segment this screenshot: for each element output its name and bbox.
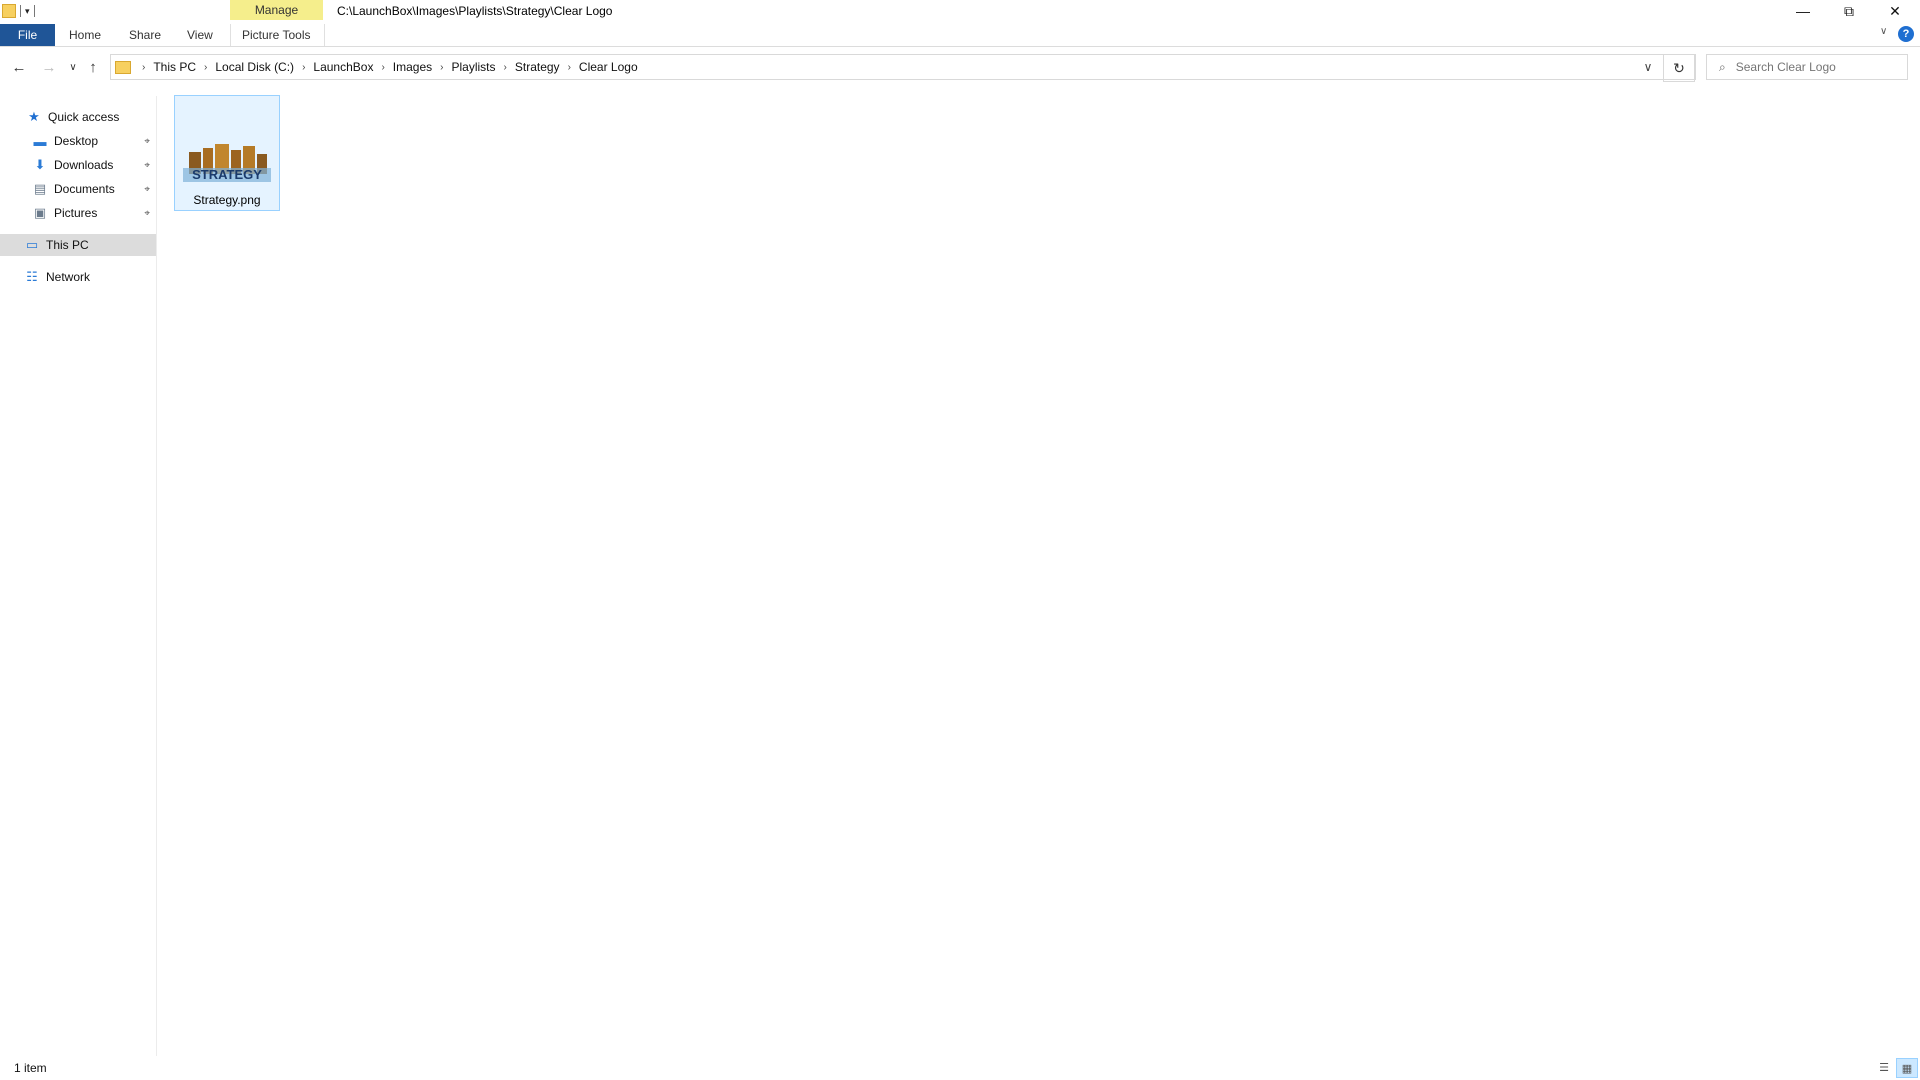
sidebar-item-label: Desktop <box>54 134 99 148</box>
breadcrumb-separator[interactable]: › <box>297 62 310 73</box>
tab-file[interactable]: File <box>0 24 55 46</box>
breadcrumb-launchbox[interactable]: LaunchBox <box>310 60 376 74</box>
close-button[interactable]: ✕ <box>1872 0 1918 22</box>
divider <box>33 5 35 17</box>
sidebar-item-this-pc[interactable]: ▭ This PC <box>0 234 156 256</box>
sidebar-item-label: Quick access <box>48 110 120 124</box>
tab-home[interactable]: Home <box>58 24 112 46</box>
tab-picture-tools[interactable]: Picture Tools <box>230 24 325 46</box>
sidebar-item-label: Network <box>46 270 91 284</box>
pin-icon[interactable]: ⌖ <box>144 208 150 219</box>
breadcrumb-local-disk[interactable]: Local Disk (C:) <box>212 60 297 74</box>
network-icon: ☷ <box>26 269 38 284</box>
pin-icon[interactable]: ⌖ <box>144 160 150 171</box>
address-bar[interactable]: › This PC › Local Disk (C:) › LaunchBox … <box>110 54 1696 80</box>
breadcrumb-separator[interactable]: › <box>563 62 576 73</box>
folder-icon <box>2 4 16 18</box>
customize-toolbar-icon[interactable]: ▾ <box>25 6 30 17</box>
documents-icon: ▤ <box>33 181 47 196</box>
breadcrumb-separator[interactable]: › <box>376 62 389 73</box>
breadcrumb-this-pc[interactable]: This PC <box>150 60 199 74</box>
maximize-button[interactable]: ⧉ <box>1826 0 1872 22</box>
expand-ribbon-icon[interactable]: ∨ <box>1880 26 1887 37</box>
breadcrumb-playlists[interactable]: Playlists <box>449 60 499 74</box>
search-input[interactable] <box>1733 59 1888 75</box>
breadcrumb-separator[interactable]: › <box>199 62 212 73</box>
breadcrumb-separator[interactable]: › <box>499 62 512 73</box>
sidebar-item-label: This PC <box>46 238 89 252</box>
breadcrumb-separator[interactable]: › <box>435 62 448 73</box>
sidebar-item-desktop[interactable]: ▬ Desktop ⌖ <box>0 130 156 152</box>
sidebar-item-label: Downloads <box>54 158 114 172</box>
up-button[interactable]: ↑ <box>82 56 104 78</box>
help-icon[interactable]: ? <box>1898 26 1914 42</box>
sidebar-item-downloads[interactable]: ⬇ Downloads ⌖ <box>0 154 156 176</box>
file-item[interactable]: STRATEGY Strategy.png <box>174 95 280 211</box>
pin-icon[interactable]: ⌖ <box>144 136 150 147</box>
search-icon: ⌕ <box>1719 59 1726 74</box>
breadcrumb-clear-logo[interactable]: Clear Logo <box>576 60 641 74</box>
large-icons-view-button[interactable]: ▦ <box>1896 1058 1918 1078</box>
tab-share[interactable]: Share <box>118 24 172 46</box>
thumbnail-logo-text: STRATEGY <box>192 167 262 182</box>
breadcrumb-separator[interactable]: › <box>137 62 150 73</box>
desktop-icon: ▬ <box>33 133 47 149</box>
star-icon: ★ <box>28 109 40 124</box>
forward-button[interactable]: → <box>38 56 60 78</box>
address-dropdown-icon[interactable]: ∨ <box>1637 54 1659 80</box>
sidebar-item-pictures[interactable]: ▣ Pictures ⌖ <box>0 202 156 224</box>
window-title: C:\LaunchBox\Images\Playlists\Strategy\C… <box>337 4 613 18</box>
breadcrumb-images[interactable]: Images <box>390 60 435 74</box>
divider <box>20 5 21 17</box>
sidebar-item-network[interactable]: ☷ Network <box>0 266 156 288</box>
tab-view[interactable]: View <box>176 24 224 46</box>
status-item-count: 1 item <box>14 1061 47 1075</box>
manage-contextual-tab[interactable]: Manage <box>230 0 323 20</box>
file-name: Strategy.png <box>193 193 261 207</box>
minimize-button[interactable]: — <box>1780 0 1826 22</box>
search-box[interactable]: ⌕ <box>1706 54 1908 80</box>
pin-icon[interactable]: ⌖ <box>144 184 150 195</box>
sidebar-item-documents[interactable]: ▤ Documents ⌖ <box>0 178 156 200</box>
image-thumbnail: STRATEGY <box>183 144 271 182</box>
download-icon: ⬇ <box>34 157 46 172</box>
sidebar-item-label: Documents <box>54 182 115 196</box>
details-view-button[interactable]: ☰ <box>1874 1058 1894 1076</box>
breadcrumb-strategy[interactable]: Strategy <box>512 60 563 74</box>
sidebar-item-quick-access[interactable]: ★ Quick access <box>0 106 156 128</box>
computer-icon: ▭ <box>25 237 39 252</box>
recent-locations-button[interactable]: ∨ <box>62 56 84 78</box>
navigation-pane: ★ Quick access ▬ Desktop ⌖ ⬇ Downloads ⌖… <box>0 96 157 1056</box>
folder-icon <box>115 60 131 74</box>
quick-access-toolbar: ▾ <box>0 0 35 22</box>
refresh-button[interactable]: ↻ <box>1663 54 1695 82</box>
sidebar-item-label: Pictures <box>54 206 98 220</box>
back-button[interactable]: ← <box>8 56 30 78</box>
pictures-icon: ▣ <box>33 205 47 220</box>
